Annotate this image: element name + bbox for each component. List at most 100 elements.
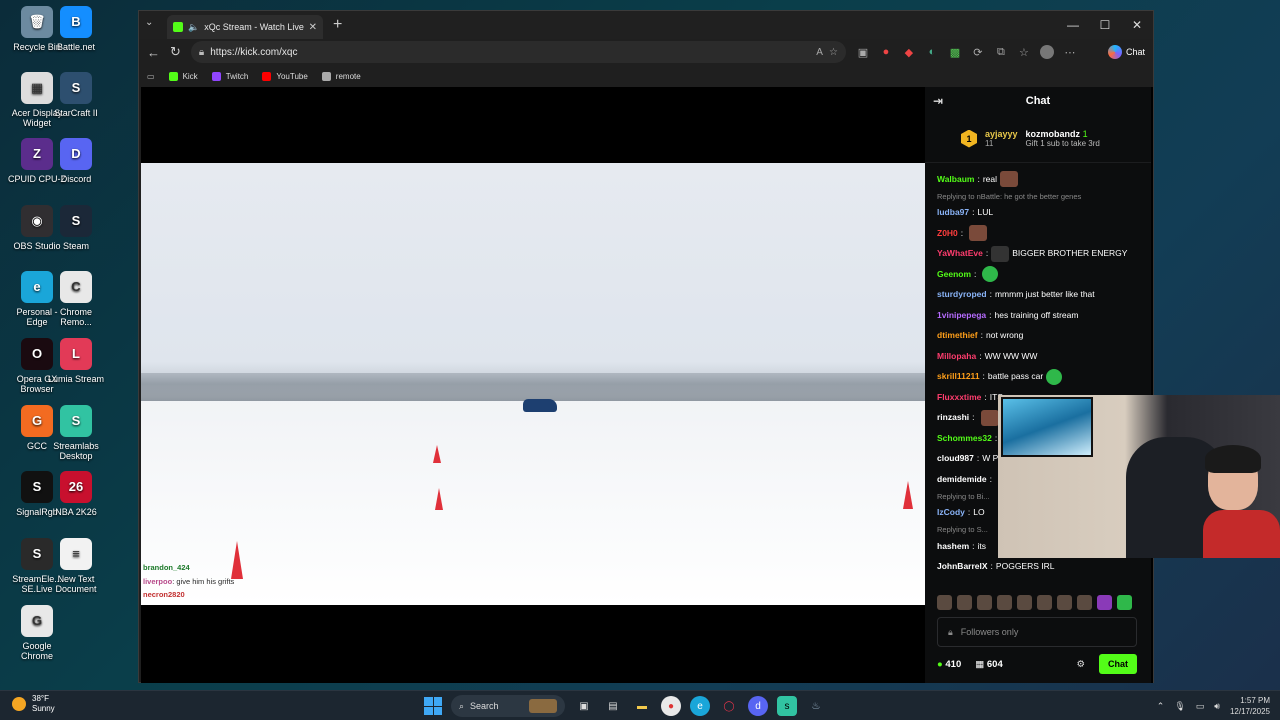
chat-username[interactable]: cloud987 bbox=[937, 452, 974, 465]
read-aloud-icon[interactable]: A bbox=[816, 47, 823, 58]
steam-icon[interactable]: ♨ bbox=[806, 696, 826, 716]
chat-username[interactable]: sturdyroped bbox=[937, 288, 987, 301]
chat-message[interactable]: YaWhatEve: BIGGER BROTHER ENERGY bbox=[937, 244, 1139, 265]
bookmark-remote[interactable]: remote bbox=[321, 71, 361, 81]
task-view-icon[interactable]: ▣ bbox=[574, 696, 594, 716]
speaker-icon[interactable]: 🔈 bbox=[188, 22, 199, 33]
edge-icon[interactable]: e bbox=[690, 696, 710, 716]
quick-emote-icon[interactable] bbox=[1037, 595, 1052, 610]
bookmark-kick[interactable]: Kick bbox=[168, 71, 198, 81]
discord-icon[interactable]: d bbox=[748, 696, 768, 716]
chat-message[interactable]: 1vinipepega: hes training off stream bbox=[937, 305, 1139, 326]
chat-message[interactable]: skrill11211: battle pass car bbox=[937, 367, 1139, 388]
favorite-star-icon[interactable]: ☆ bbox=[829, 47, 838, 58]
chat-username[interactable]: demidemide bbox=[937, 473, 987, 486]
chat-message[interactable]: ludba97: LUL bbox=[937, 203, 1139, 224]
chat-input[interactable]: 🔒︎ Followers only bbox=[937, 617, 1137, 647]
address-bar[interactable]: 🔒︎ https://kick.com/xqc A ☆ bbox=[190, 41, 846, 63]
quick-emote-icon[interactable] bbox=[1077, 595, 1092, 610]
quick-emote-icon[interactable] bbox=[1097, 595, 1112, 610]
chat-username[interactable]: skrill11211 bbox=[937, 370, 980, 383]
minimize-button[interactable]: — bbox=[1057, 18, 1089, 32]
chat-username[interactable]: Millopaha bbox=[937, 350, 976, 363]
quick-emote-icon[interactable] bbox=[957, 595, 972, 610]
profile-avatar[interactable] bbox=[1039, 45, 1054, 59]
chat-username[interactable]: Z0H0 bbox=[937, 227, 958, 240]
chat-username[interactable]: rinzashi bbox=[937, 411, 969, 424]
reply-context[interactable]: Replying to nBattle: he got the better g… bbox=[937, 190, 1139, 203]
chat-message[interactable]: Walbaum: real bbox=[937, 169, 1139, 190]
chat-message[interactable]: Geenom: bbox=[937, 264, 1139, 285]
chat-message[interactable]: dtimethief: not wrong bbox=[937, 326, 1139, 347]
webcam-preview[interactable] bbox=[998, 395, 1280, 558]
chat-username[interactable]: ludba97 bbox=[937, 206, 969, 219]
chat-username[interactable]: Walbaum bbox=[937, 173, 974, 186]
chat-message[interactable]: JohnBarrelX: POGGERS IRL bbox=[937, 557, 1139, 578]
top-gifter-second[interactable]: kozmobandz 1 Gift 1 sub to take 3rd bbox=[1026, 129, 1100, 148]
start-button[interactable] bbox=[424, 697, 442, 715]
close-tab-icon[interactable]: ✕ bbox=[309, 22, 317, 33]
volume-icon[interactable]: 🔊︎ bbox=[1214, 701, 1220, 712]
file-explorer-icon[interactable]: ▬ bbox=[632, 696, 652, 716]
quick-emote-icon[interactable] bbox=[1117, 595, 1132, 610]
chat-message[interactable]: sturdyroped: mmmm just better like that bbox=[937, 285, 1139, 306]
chat-username[interactable]: Geenom bbox=[937, 268, 971, 281]
top-gifter-first[interactable]: ayjayyy 11 bbox=[985, 129, 1018, 148]
extensions-puzzle-icon[interactable]: ⧉ bbox=[994, 46, 1008, 59]
microphone-icon[interactable]: 🎙︎ bbox=[1174, 701, 1185, 712]
chat-username[interactable]: dtimethief bbox=[937, 329, 978, 342]
collapse-chat-icon[interactable]: ⇥ bbox=[933, 94, 943, 108]
tray-overflow-icon[interactable]: ⌃ bbox=[1157, 701, 1165, 712]
send-chat-button[interactable]: Chat bbox=[1099, 654, 1137, 674]
chat-username[interactable]: JohnBarrelX bbox=[937, 560, 988, 573]
bookmark-twitch[interactable]: Twitch bbox=[211, 71, 248, 81]
chat-username[interactable]: YaWhatEve bbox=[937, 247, 983, 260]
quick-emote-icon[interactable] bbox=[1057, 595, 1072, 610]
close-window-button[interactable]: ✕ bbox=[1121, 18, 1153, 32]
chrome-icon[interactable]: ● bbox=[661, 696, 681, 716]
network-icon[interactable]: ▭ bbox=[1196, 701, 1205, 712]
site-info-icon[interactable]: 🔒︎ bbox=[199, 47, 204, 58]
desktop-icon[interactable]: D Discord bbox=[45, 138, 107, 184]
chat-username[interactable]: 1vinipepega bbox=[937, 309, 986, 322]
chat-message[interactable]: Millopaha: WW WW WW bbox=[937, 346, 1139, 367]
new-tab-button[interactable]: + bbox=[333, 16, 342, 34]
back-button[interactable]: ← bbox=[147, 45, 160, 60]
chat-username[interactable]: Schommes32 bbox=[937, 432, 992, 445]
channel-points[interactable]: ● 410 bbox=[937, 659, 961, 670]
video-player[interactable]: brandon_424 liverpoo: give him his grifts… bbox=[141, 87, 925, 683]
desktop-icon[interactable]: ≡ New Text Document bbox=[45, 538, 107, 594]
bookmark-youtube[interactable]: YouTube bbox=[262, 71, 308, 81]
refresh-button[interactable]: ↻ bbox=[170, 44, 181, 60]
quick-emote-icon[interactable] bbox=[937, 595, 952, 610]
extension-icon[interactable]: ▩ bbox=[948, 46, 962, 59]
extension-icon[interactable]: ◆ bbox=[902, 46, 916, 59]
widgets-icon[interactable]: ▤ bbox=[603, 696, 623, 716]
chat-username[interactable]: hashem bbox=[937, 540, 969, 553]
quick-emote-icon[interactable] bbox=[977, 595, 992, 610]
extension-icon[interactable]: ● bbox=[879, 46, 893, 58]
chat-message[interactable]: Z0H0: bbox=[937, 223, 1139, 244]
more-menu-icon[interactable]: ⋯ bbox=[1063, 46, 1077, 59]
desktop-icon[interactable]: S Streamlabs Desktop bbox=[45, 405, 107, 461]
taskbar-search[interactable]: ⌕ Search bbox=[451, 695, 565, 717]
desktop-icon[interactable]: S StarCraft II bbox=[45, 72, 107, 118]
copilot-chat-button[interactable]: Chat bbox=[1107, 45, 1145, 59]
desktop-icon[interactable]: L Lumia Stream bbox=[45, 338, 107, 384]
desktop-icon[interactable]: B Battle.net bbox=[45, 6, 107, 52]
quick-emote-icon[interactable] bbox=[997, 595, 1012, 610]
reading-view-icon[interactable]: ▭ bbox=[147, 72, 155, 81]
desktop-icon[interactable]: 26 NBA 2K26 bbox=[45, 471, 107, 517]
desktop-icon[interactable]: G Google Chrome bbox=[6, 605, 68, 661]
opera-gx-icon[interactable]: ◯ bbox=[719, 696, 739, 716]
quick-emote-icon[interactable] bbox=[1017, 595, 1032, 610]
extension-icon[interactable]: ▣ bbox=[856, 46, 870, 59]
tab-kick[interactable]: 🔈 xQc Stream - Watch Live on Kick ✕ bbox=[167, 15, 323, 39]
desktop-icon[interactable]: S Steam bbox=[45, 205, 107, 251]
extension-icon[interactable]: ⟳ bbox=[971, 46, 985, 59]
favorites-icon[interactable]: ☆ bbox=[1017, 46, 1031, 59]
clock[interactable]: 1:57 PM 12/17/2025 bbox=[1230, 695, 1270, 717]
store-button[interactable]: ▦ 604 bbox=[975, 659, 1002, 670]
chat-settings-icon[interactable]: ⚙ bbox=[1076, 659, 1085, 670]
weather-widget[interactable]: 38°F Sunny bbox=[12, 694, 55, 714]
